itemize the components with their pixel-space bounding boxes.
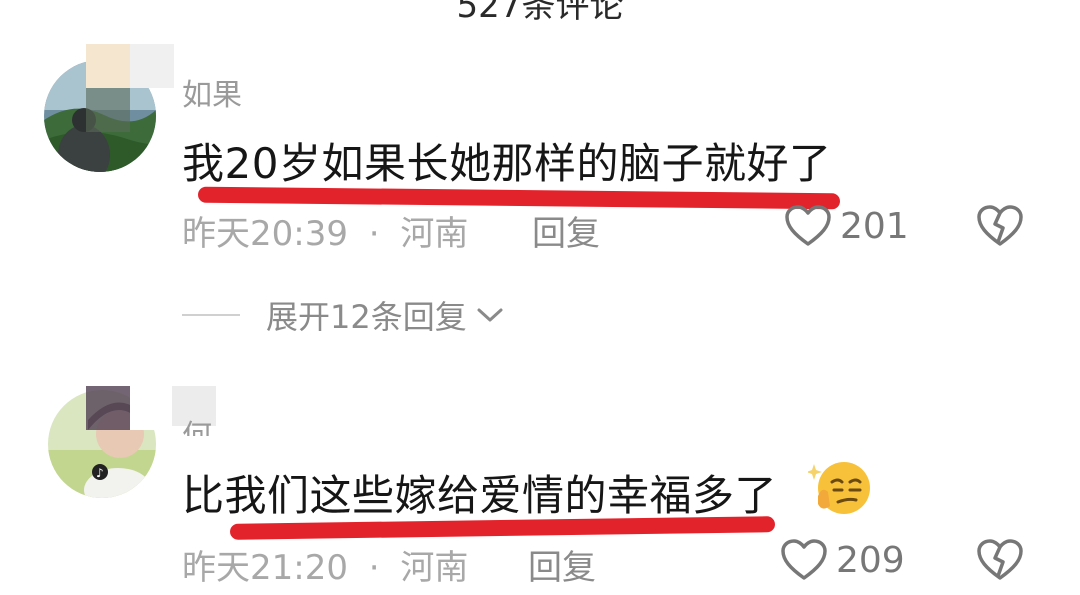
broken-heart-icon <box>977 539 1023 580</box>
username[interactable]: 何 <box>182 418 212 437</box>
comment-text: 比我们这些嫁给爱情的幸福多了 <box>182 471 778 520</box>
reply-button[interactable]: 回复 <box>528 540 596 589</box>
comment-meta: 昨天21:20 · 河南 <box>182 540 468 589</box>
like-button[interactable]: 209 <box>780 538 905 582</box>
thinking-smirk-emoji-icon <box>806 456 872 520</box>
meta-separator: · <box>368 548 380 588</box>
username-text: 何 <box>182 419 212 437</box>
comment-location: 河南 <box>400 548 469 588</box>
comment-item: ♪ 何 比我们这些嫁给爱情的幸福多了 昨天21:20 · 河南 回复 209 <box>0 0 1080 595</box>
like-count: 209 <box>836 539 905 581</box>
svg-text:♪: ♪ <box>96 466 104 480</box>
privacy-blur-patch <box>130 386 172 430</box>
dislike-button[interactable] <box>976 538 1024 586</box>
privacy-blur-patch <box>86 386 130 430</box>
comment-time: 昨天21:20 <box>182 548 348 588</box>
heart-outline-icon <box>781 539 827 580</box>
